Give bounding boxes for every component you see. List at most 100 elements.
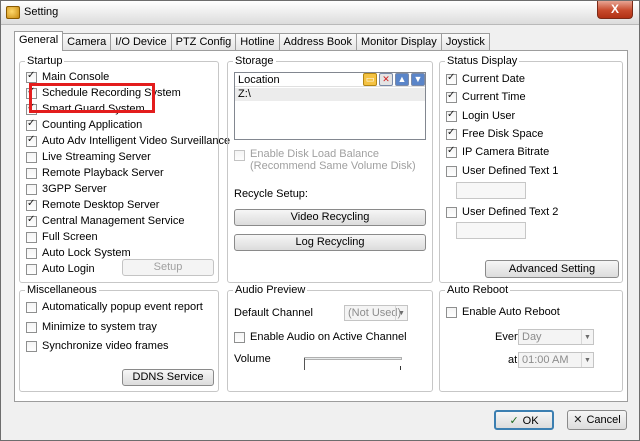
- checkbox[interactable]: [26, 263, 37, 275]
- cancel-button[interactable]: ✕ Cancel: [567, 410, 627, 430]
- tab-io-device[interactable]: I/O Device: [110, 33, 172, 51]
- checkbox-label: Current Date: [462, 73, 525, 85]
- checkbox-label: Synchronize video frames: [42, 340, 169, 352]
- tab-general[interactable]: General: [14, 31, 64, 51]
- tab-joystick[interactable]: Joystick: [440, 33, 490, 51]
- checkbox[interactable]: [26, 118, 37, 131]
- close-button[interactable]: X: [597, 1, 633, 19]
- startup-auto-login[interactable]: Auto Login: [26, 262, 95, 276]
- tab-camera[interactable]: Camera: [62, 33, 112, 51]
- disk-load-balance[interactable]: Enable Disk Load Balance (Recommend Same…: [234, 148, 424, 176]
- checkbox[interactable]: [446, 109, 457, 122]
- reboot-every-select[interactable]: Day ▼: [518, 329, 594, 345]
- checkbox[interactable]: [26, 86, 37, 99]
- video-recycling-button[interactable]: Video Recycling: [234, 209, 426, 226]
- select-value: 01:00 AM: [522, 354, 569, 366]
- misc-minimize-to-tray[interactable]: Minimize to system tray: [26, 320, 157, 334]
- status-user-text-1[interactable]: User Defined Text 1: [446, 164, 558, 178]
- checkbox[interactable]: [26, 247, 37, 259]
- volume-label: Volume: [234, 353, 271, 365]
- tab-hotline[interactable]: Hotline: [235, 33, 280, 51]
- delete-icon[interactable]: ✕: [379, 73, 393, 86]
- checkbox-label: Live Streaming Server: [42, 151, 151, 163]
- user-text-1-input[interactable]: [456, 182, 526, 199]
- checkbox-label: Current Time: [462, 91, 526, 103]
- startup-main-console[interactable]: Main Console: [26, 70, 109, 84]
- startup-schedule-recording[interactable]: Schedule Recording System: [26, 86, 181, 100]
- ddns-service-button[interactable]: DDNS Service: [122, 369, 214, 386]
- storage-location-list[interactable]: Location ▭ ✕ ▲ ▼ Z:\: [234, 72, 426, 140]
- checkbox[interactable]: [26, 340, 37, 352]
- setup-button[interactable]: Setup: [122, 259, 214, 276]
- default-channel-label: Default Channel: [234, 307, 313, 319]
- startup-3gpp-server[interactable]: 3GPP Server: [26, 182, 107, 196]
- startup-central-management[interactable]: Central Management Service: [26, 214, 184, 228]
- user-text-2-input[interactable]: [456, 222, 526, 239]
- checkbox[interactable]: [26, 183, 37, 195]
- checkbox[interactable]: [446, 90, 457, 103]
- checkbox[interactable]: [446, 306, 457, 318]
- select-value: (Not Used): [348, 307, 402, 319]
- folder-icon[interactable]: ▭: [363, 73, 377, 86]
- checkbox[interactable]: [26, 214, 37, 227]
- default-channel-select[interactable]: (Not Used) ▼: [344, 305, 408, 321]
- checkbox[interactable]: [26, 70, 37, 83]
- tab-ptz-config[interactable]: PTZ Config: [170, 33, 237, 51]
- checkbox[interactable]: [26, 301, 37, 313]
- auto-reboot-title: Auto Reboot: [445, 284, 511, 296]
- title-bar[interactable]: Setting X: [1, 1, 639, 25]
- checkbox[interactable]: [234, 331, 245, 343]
- checkmark-icon: ✓: [509, 415, 519, 427]
- log-recycling-button[interactable]: Log Recycling: [234, 234, 426, 251]
- misc-popup-event-report[interactable]: Automatically popup event report: [26, 300, 203, 314]
- checkbox[interactable]: [446, 206, 457, 218]
- arrow-down-icon[interactable]: ▼: [411, 73, 425, 86]
- checkbox[interactable]: [26, 102, 37, 115]
- status-current-date[interactable]: Current Date: [446, 72, 525, 86]
- tab-monitor-display[interactable]: Monitor Display: [356, 33, 442, 51]
- checkbox[interactable]: [26, 167, 37, 179]
- startup-auto-adv-ivs[interactable]: Auto Adv Intelligent Video Surveillance: [26, 134, 230, 148]
- tab-address-book[interactable]: Address Book: [278, 33, 357, 51]
- volume-slider-track[interactable]: [304, 357, 402, 360]
- startup-live-streaming[interactable]: Live Streaming Server: [26, 150, 151, 164]
- startup-remote-playback[interactable]: Remote Playback Server: [26, 166, 164, 180]
- checkbox[interactable]: [446, 165, 457, 177]
- status-current-time[interactable]: Current Time: [446, 90, 526, 104]
- startup-smart-guard[interactable]: Smart Guard System: [26, 102, 145, 116]
- tab-bar: General Camera I/O Device PTZ Config Hot…: [14, 31, 490, 51]
- arrow-up-icon[interactable]: ▲: [395, 73, 409, 86]
- general-tab-panel: Startup Main Console Schedule Recording …: [14, 50, 628, 402]
- status-user-text-2[interactable]: User Defined Text 2: [446, 205, 558, 219]
- checkbox-label: Login User: [462, 110, 516, 122]
- advanced-setting-button[interactable]: Advanced Setting: [485, 260, 619, 278]
- status-free-disk-space[interactable]: Free Disk Space: [446, 127, 543, 141]
- startup-counting-application[interactable]: Counting Application: [26, 118, 142, 132]
- checkbox[interactable]: [26, 231, 37, 243]
- checkbox[interactable]: [26, 198, 37, 211]
- startup-remote-desktop[interactable]: Remote Desktop Server: [26, 198, 159, 212]
- location-header-label: Location: [238, 74, 280, 86]
- startup-auto-lock[interactable]: Auto Lock System: [26, 246, 131, 260]
- checkbox[interactable]: [26, 151, 37, 163]
- misc-sync-video-frames[interactable]: Synchronize video frames: [26, 339, 169, 353]
- status-login-user[interactable]: Login User: [446, 109, 515, 123]
- checkbox[interactable]: [446, 72, 457, 85]
- checkbox[interactable]: [446, 145, 457, 158]
- checkbox-label: 3GPP Server: [42, 183, 107, 195]
- checkbox-label: Enable Audio on Active Channel: [250, 331, 407, 343]
- checkbox[interactable]: [446, 127, 457, 140]
- checkbox[interactable]: [234, 150, 245, 161]
- checkbox[interactable]: [26, 134, 37, 147]
- volume-slider-thumb[interactable]: [304, 358, 309, 370]
- ok-button[interactable]: ✓ OK: [494, 410, 554, 430]
- checkbox-label: User Defined Text 2: [462, 206, 559, 218]
- reboot-time-select[interactable]: 01:00 AM ▼: [518, 352, 594, 368]
- status-ip-camera-bitrate[interactable]: IP Camera Bitrate: [446, 145, 549, 159]
- checkbox-label: Auto Lock System: [42, 247, 131, 259]
- startup-full-screen[interactable]: Full Screen: [26, 230, 98, 244]
- checkbox[interactable]: [26, 321, 37, 333]
- enable-auto-reboot[interactable]: Enable Auto Reboot: [446, 305, 560, 319]
- location-row[interactable]: Z:\: [235, 88, 425, 101]
- enable-audio-active-channel[interactable]: Enable Audio on Active Channel: [234, 330, 407, 344]
